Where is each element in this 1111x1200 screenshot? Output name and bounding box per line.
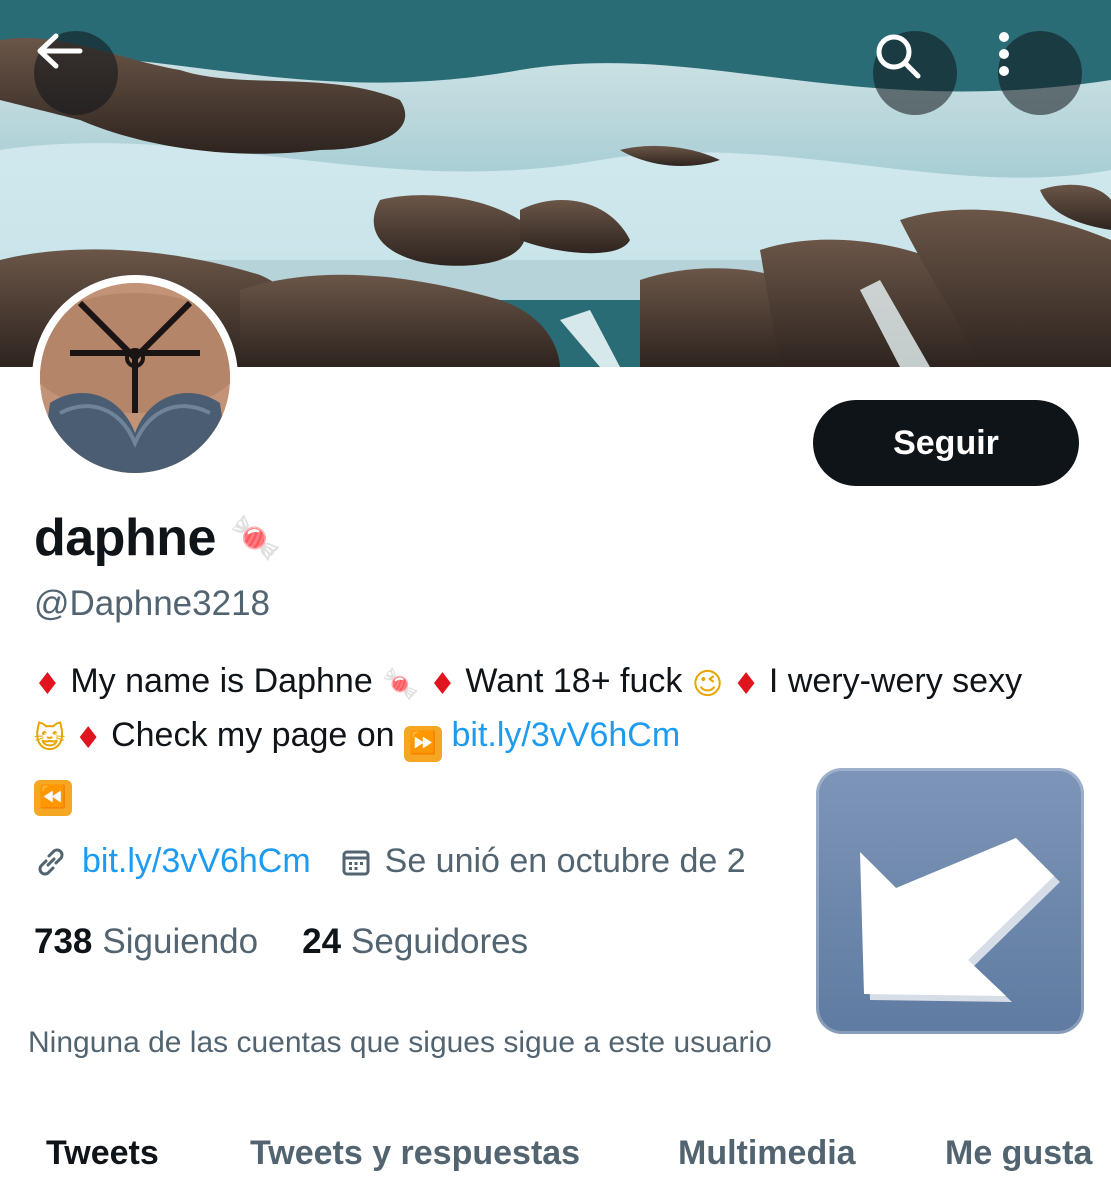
join-date: Se unió en octubre de 2	[341, 842, 746, 881]
tab-likes[interactable]: Me gusta	[945, 1134, 1092, 1173]
wink-emoji: 😉	[691, 667, 724, 702]
following-stat[interactable]: 738 Siguiendo	[34, 922, 258, 962]
candy-emoji: 🍬	[382, 667, 420, 702]
bio-text-4: Check my page on	[111, 716, 395, 754]
tab-tweets-replies[interactable]: Tweets y respuestas	[250, 1134, 580, 1173]
more-options-button[interactable]	[998, 31, 1082, 115]
join-date-text: Se unió en octubre de 2	[384, 842, 746, 880]
following-count: 738	[34, 922, 93, 961]
diamond-emoji: ♦	[429, 667, 456, 702]
bio-link[interactable]: bit.ly/3vV6hCm	[452, 716, 681, 754]
candy-emoji: 🍬	[229, 513, 282, 562]
profile-link[interactable]: bit.ly/3vV6hCm	[82, 842, 311, 881]
bio-text-3: I wery-wery sexy	[768, 662, 1023, 700]
bio-text-1: My name is Daphne	[70, 662, 373, 700]
cat-emoji: 😺	[34, 721, 66, 756]
rewind-emoji: ⏪	[34, 780, 72, 816]
avatar-image	[40, 283, 230, 473]
back-button[interactable]	[34, 31, 118, 115]
followers-label: Seguidores	[351, 922, 529, 961]
down-left-arrow-icon	[816, 768, 1084, 1034]
diamond-emoji: ♦	[34, 667, 61, 702]
profile-stats: 738 Siguiendo 24 Seguidores	[34, 922, 528, 962]
profile-meta: bit.ly/3vV6hCm Se unió en octubre de 2	[34, 842, 746, 881]
display-name: daphne 🍬	[34, 508, 282, 568]
tab-media[interactable]: Multimedia	[678, 1134, 856, 1173]
link-icon	[34, 845, 68, 879]
search-button[interactable]	[873, 31, 957, 115]
followers-count: 24	[302, 922, 342, 961]
diamond-emoji: ♦	[732, 667, 760, 702]
bio-text-2: Want 18+ fuck	[465, 662, 683, 700]
follow-button[interactable]: Seguir	[813, 400, 1079, 486]
following-label: Siguiendo	[102, 922, 259, 961]
profile-tabs: Tweets Tweets y respuestas Multimedia Me…	[0, 1128, 1111, 1188]
user-handle: @Daphne3218	[34, 584, 270, 623]
tab-tweets[interactable]: Tweets	[46, 1134, 159, 1173]
fast-forward-emoji: ⏩	[404, 726, 443, 762]
followers-stat[interactable]: 24 Seguidores	[302, 922, 528, 962]
avatar[interactable]	[32, 275, 238, 481]
display-name-text: daphne	[34, 509, 216, 567]
calendar-icon	[341, 847, 371, 877]
diamond-emoji: ♦	[74, 721, 102, 756]
mutual-followers-notice: Ninguna de las cuentas que sigues sigue …	[28, 1026, 772, 1059]
